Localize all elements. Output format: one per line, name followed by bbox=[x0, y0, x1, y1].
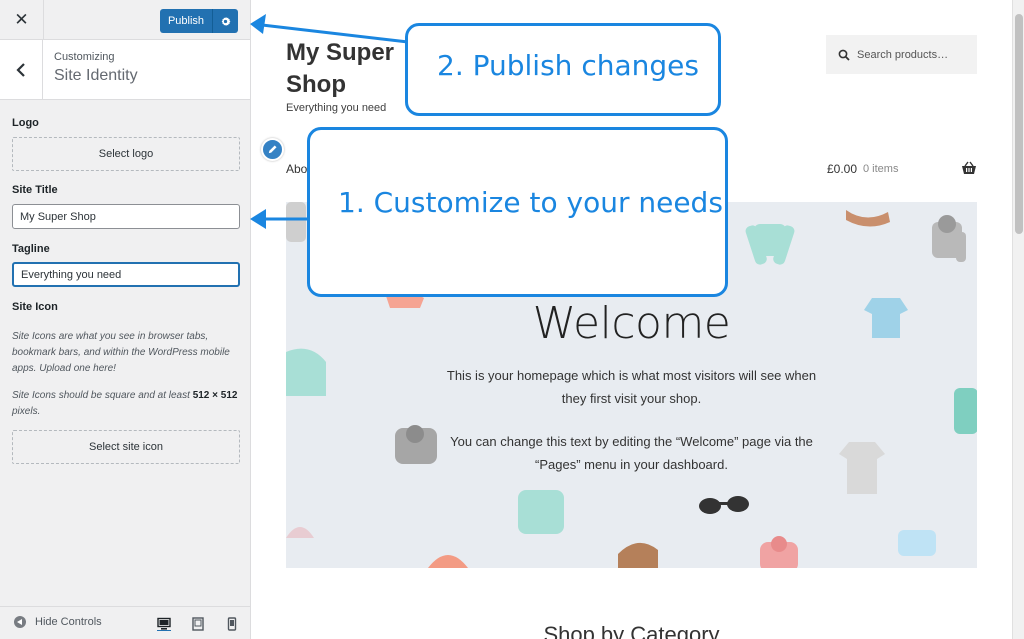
pencil-icon bbox=[268, 145, 277, 154]
publish-button[interactable]: Publish bbox=[160, 9, 212, 33]
publish-settings-button[interactable] bbox=[212, 9, 238, 33]
cart-count[interactable]: 0 items bbox=[863, 163, 898, 175]
site-title-input[interactable] bbox=[12, 204, 240, 229]
close-customizer-button[interactable]: ✕ bbox=[0, 0, 44, 40]
hero-title: Welcome bbox=[532, 298, 731, 349]
size-note-suffix: pixels. bbox=[12, 406, 41, 417]
green-hoodie-illustration bbox=[286, 348, 326, 396]
hide-controls-button[interactable]: Hide Controls bbox=[14, 616, 102, 628]
close-icon: ✕ bbox=[14, 10, 29, 29]
desktop-icon[interactable] bbox=[157, 617, 171, 631]
search-icon bbox=[838, 49, 850, 61]
belt-illustration bbox=[846, 210, 890, 227]
customizer-sidebar: ✕ Publish Customizing Site Identity Logo… bbox=[0, 0, 251, 639]
callout-customize-text: 1. Customize to your needs bbox=[338, 186, 723, 219]
mobile-icon[interactable] bbox=[225, 617, 239, 631]
teal-hoodie-illustration bbox=[954, 388, 977, 434]
hide-controls-label: Hide Controls bbox=[35, 616, 102, 628]
pink-hoodie-illustration bbox=[760, 536, 798, 568]
section-header: Customizing Site Identity bbox=[0, 40, 250, 100]
tagline-label: Tagline bbox=[12, 243, 50, 255]
collapse-icon bbox=[14, 616, 26, 628]
tagline-input[interactable] bbox=[12, 262, 240, 287]
cart-total[interactable]: £0.00 bbox=[827, 162, 857, 176]
site-icon-label: Site Icon bbox=[12, 301, 58, 313]
sweater-small-illustration bbox=[286, 202, 306, 242]
size-note-prefix: Site Icons should be square and at least bbox=[12, 390, 193, 401]
section-info: Customizing Site Identity bbox=[54, 51, 138, 85]
hero-paragraph-1: This is your homepage which is what most… bbox=[446, 368, 817, 406]
select-site-icon-button[interactable]: Select site icon bbox=[12, 430, 240, 464]
site-icon-size-note: Site Icons should be square and at least… bbox=[12, 388, 240, 420]
nav-menu-item[interactable]: Abo bbox=[286, 162, 307, 176]
cap-illustration bbox=[286, 527, 314, 538]
baby-shirt-illustration bbox=[898, 530, 936, 556]
preview-scrollbar[interactable] bbox=[1012, 0, 1024, 639]
tshirt-illustration bbox=[839, 442, 885, 494]
hero-paragraph-2: You can change this text by editing the … bbox=[450, 434, 813, 472]
site-title[interactable]: My Super Shop bbox=[286, 37, 416, 101]
sunglasses-illustration bbox=[699, 496, 749, 514]
mint-hoodie-illustration bbox=[518, 490, 564, 534]
publish-group: Publish bbox=[160, 9, 238, 33]
chevron-left-icon bbox=[16, 62, 25, 77]
site-icon-description: Site Icons are what you see in browser t… bbox=[12, 331, 230, 374]
gear-icon bbox=[221, 16, 231, 26]
bag-illustration bbox=[618, 542, 658, 568]
customizer-header: ✕ Publish bbox=[0, 0, 250, 40]
callout-customize: 1. Customize to your needs bbox=[307, 127, 728, 297]
scroll-thumb[interactable] bbox=[1015, 14, 1023, 234]
callout-publish-text: 2. Publish changes bbox=[437, 49, 699, 82]
section-title: Site Identity bbox=[54, 67, 138, 84]
search-input[interactable]: Search products… bbox=[826, 35, 977, 74]
logo-label: Logo bbox=[12, 117, 39, 129]
callout-publish: 2. Publish changes bbox=[405, 23, 721, 116]
breadcrumb: Customizing bbox=[54, 51, 115, 63]
hoodie-illustration bbox=[932, 215, 966, 262]
peach-item-illustration bbox=[428, 555, 468, 568]
site-title-label: Site Title bbox=[12, 184, 58, 196]
back-button[interactable] bbox=[0, 40, 43, 99]
shop-by-category-heading: Shop by Category bbox=[543, 622, 720, 639]
edit-shortcut-button[interactable] bbox=[261, 138, 284, 161]
tablet-icon[interactable] bbox=[191, 617, 205, 631]
grey-hoodie-illustration bbox=[395, 425, 437, 464]
sweater-illustration bbox=[745, 224, 795, 265]
site-tagline: Everything you need bbox=[286, 102, 387, 114]
select-logo-button[interactable]: Select logo bbox=[12, 137, 240, 171]
search-placeholder: Search products… bbox=[857, 48, 949, 61]
basket-icon[interactable] bbox=[961, 161, 977, 175]
size-note-bold: 512 × 512 bbox=[192, 390, 238, 401]
customizer-footer: Hide Controls bbox=[0, 606, 250, 639]
